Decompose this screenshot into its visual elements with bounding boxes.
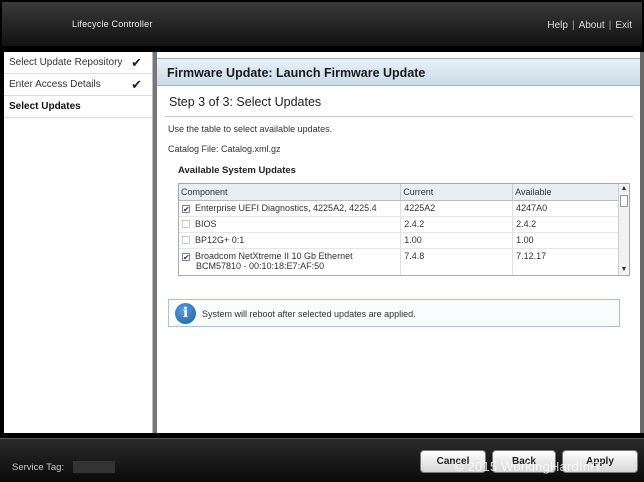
sidebar-item-select-updates[interactable]: Select Updates (4, 96, 152, 118)
component-cell: BIOS (179, 216, 402, 233)
exit-link[interactable]: Exit (615, 20, 632, 31)
current-version-cell: 1.00 (400, 232, 514, 249)
row-checkbox[interactable] (182, 219, 190, 228)
app-title: Lifecycle Controller (72, 19, 153, 29)
top-bar: Lifecycle Controller Help | About | Exit (0, 0, 644, 48)
info-message-text: System will reboot after selected update… (202, 309, 416, 319)
row-checkbox[interactable]: ✔ (182, 252, 190, 261)
service-tag-value-redacted (73, 461, 115, 473)
sidebar-item-enter-access-details[interactable]: Enter Access Details ✔ (4, 74, 152, 96)
column-header-available[interactable]: Available (512, 184, 619, 201)
scroll-up-arrow-icon[interactable]: ▲ (619, 184, 629, 194)
column-header-current[interactable]: Current (400, 184, 514, 201)
current-version-cell: 7.4.8 (400, 248, 514, 275)
section-title: Available System Updates (178, 165, 296, 176)
component-detail: BCM57810 - 00:10:18:E7:AF:50 (196, 260, 325, 271)
wizard-steps-sidebar: Select Update Repository ✔ Enter Access … (4, 52, 153, 433)
current-version-cell: 2.4.2 (400, 216, 514, 233)
cancel-button[interactable]: Cancel (420, 450, 486, 473)
table-row: ✔ Broadcom NetXtreme II 10 Gb Ethernet BCM… (179, 248, 619, 275)
table-row: ✔ Enterprise UEFI Diagnostics, 4225A2, 42… (179, 200, 619, 217)
divider (165, 116, 633, 117)
reboot-info-message: i System will reboot after selected upda… (168, 299, 620, 327)
component-cell: ✔ Broadcom NetXtreme II 10 Gb Ethernet BCM… (179, 248, 402, 275)
checkmark-icon: ✔ (131, 54, 142, 70)
apply-button[interactable]: Apply (562, 450, 638, 473)
updates-table: Component Current Available ✔ Enterprise … (179, 184, 619, 275)
help-link[interactable]: Help (547, 20, 568, 31)
column-header-component[interactable]: Component (179, 184, 402, 201)
component-name: Enterprise UEFI Diagnostics, 4225A2, 422… (195, 202, 377, 213)
sidebar-item-select-update-repository[interactable]: Select Update Repository ✔ (4, 52, 152, 74)
step-title: Step 3 of 3: Select Updates (169, 95, 322, 109)
available-version-cell: 4247A0 (512, 200, 619, 217)
about-link[interactable]: About (579, 20, 605, 31)
sidebar-item-label: Enter Access Details (9, 79, 101, 90)
updates-table-container: Component Current Available ✔ Enterprise … (178, 183, 630, 276)
component-cell: BP12G+ 0:1 (179, 232, 402, 249)
link-separator: | (571, 20, 575, 31)
checkmark-icon: ✔ (131, 76, 142, 92)
main-panel: Firmware Update: Launch Firmware Update … (157, 52, 640, 433)
sidebar-item-label: Select Updates (9, 101, 81, 112)
info-icon: i (175, 303, 196, 324)
header-links: Help | About | Exit (547, 20, 632, 31)
component-name: BP12G+ 0:1 (195, 234, 245, 245)
page-title: Firmware Update: Launch Firmware Update (167, 66, 426, 80)
service-tag-label: Service Tag: (12, 462, 65, 473)
available-version-cell: 2.4.2 (512, 216, 619, 233)
panel-border (640, 52, 644, 433)
component-name: Broadcom NetXtreme II 10 Gb Ethernet (195, 250, 353, 261)
footer-bar: Service Tag: Cancel Back Apply © 2015 Wo… (0, 438, 644, 482)
table-header-row: Component Current Available (179, 184, 619, 201)
link-separator: | (608, 20, 612, 31)
sidebar-item-label: Select Update Repository (9, 57, 123, 68)
table-scrollbar[interactable]: ▲ ▼ (618, 184, 629, 275)
catalog-file-label: Catalog File: Catalog.xml.gz (168, 144, 281, 154)
back-button[interactable]: Back (492, 450, 556, 473)
component-name: BIOS (195, 218, 217, 229)
instruction-text: Use the table to select available update… (168, 124, 333, 134)
available-version-cell: 7.12.17 (512, 248, 619, 275)
scrollbar-thumb[interactable] (620, 195, 628, 207)
table-row: BIOS 2.4.2 2.4.2 (179, 216, 619, 233)
table-row: BP12G+ 0:1 1.00 1.00 (179, 232, 619, 249)
available-version-cell: 1.00 (512, 232, 619, 249)
current-version-cell: 4225A2 (400, 200, 514, 217)
component-cell: ✔ Enterprise UEFI Diagnostics, 4225A2, 42… (179, 200, 402, 217)
scroll-down-arrow-icon[interactable]: ▼ (619, 265, 629, 275)
row-checkbox[interactable] (182, 235, 190, 244)
page-header: Firmware Update: Launch Firmware Update (157, 58, 640, 86)
row-checkbox[interactable]: ✔ (182, 204, 190, 213)
